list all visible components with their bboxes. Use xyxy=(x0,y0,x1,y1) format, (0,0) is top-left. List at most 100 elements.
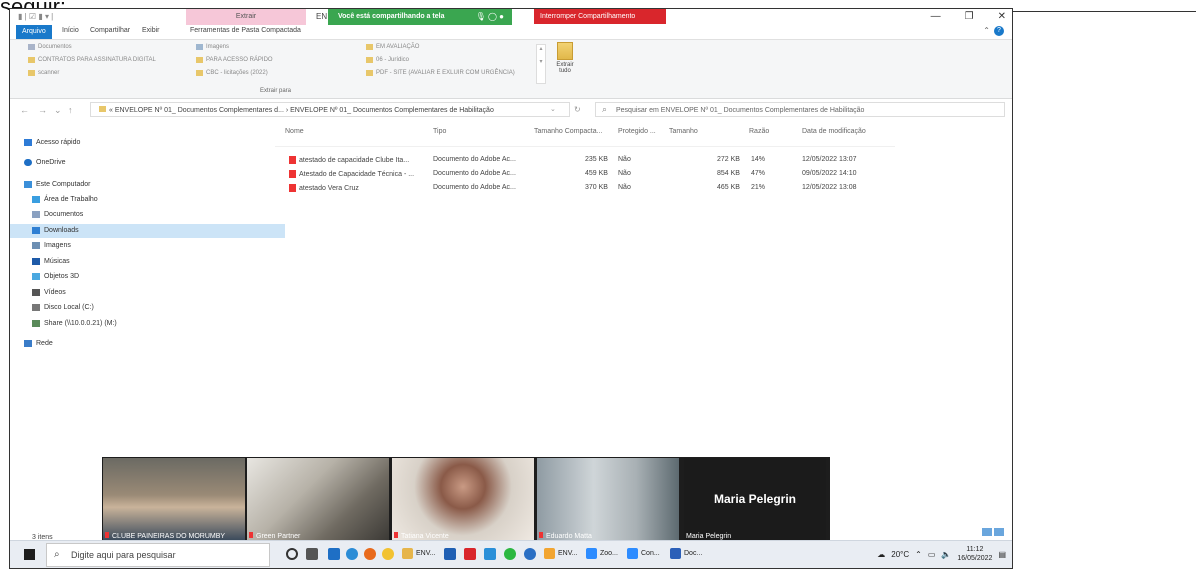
shield-icon[interactable] xyxy=(464,548,476,560)
help-icon[interactable]: ? xyxy=(994,26,1004,36)
extract-all-button[interactable]: Extrair tudo xyxy=(550,42,580,74)
ribbon-dest-scanner[interactable]: scanner xyxy=(28,70,59,76)
sidebar-item-desktop[interactable]: Área de Trabalho xyxy=(10,193,285,207)
tab-home[interactable]: Início xyxy=(62,27,79,34)
video-tile[interactable]: Eduardo Matta xyxy=(537,458,679,540)
sidebar-item-share-drive[interactable]: Share (\\10.0.0.21) (M:) xyxy=(10,317,285,331)
ribbon-dest-quick-access[interactable]: PARA ACESSO RÁPIDO xyxy=(196,57,273,63)
outlook-icon[interactable] xyxy=(444,548,456,560)
ribbon-dest-evaluation[interactable]: EM AVALIAÇÃO xyxy=(366,44,419,50)
file-compressed-size: 235 KB xyxy=(585,156,608,163)
column-header-name[interactable]: Nome xyxy=(285,128,304,135)
column-header-compressed-size[interactable]: Tamanho Compacta... xyxy=(534,128,602,135)
muted-mic-icon xyxy=(249,532,253,538)
network-drive-icon xyxy=(32,319,40,327)
webex-icon[interactable] xyxy=(524,548,536,560)
taskbar-app-zoom-controls[interactable]: Con... xyxy=(627,547,660,561)
weather-icon[interactable]: ☁ xyxy=(877,550,885,559)
firefox-icon[interactable] xyxy=(364,548,376,560)
sidebar-item-quick-access[interactable]: Acesso rápido xyxy=(10,136,277,150)
video-icon xyxy=(32,288,40,296)
pdf-icon xyxy=(289,184,296,192)
video-tile[interactable]: Maria Pelegrin Maria Pelegrin xyxy=(684,458,826,540)
chevron-up-icon[interactable]: ⌃ xyxy=(915,550,922,559)
folder-icon xyxy=(366,57,373,63)
speaker-icon[interactable]: 🔈 xyxy=(941,550,951,559)
taskbar-app-explorer[interactable]: ENV... xyxy=(402,547,436,561)
sidebar-item-onedrive[interactable]: OneDrive xyxy=(10,156,277,170)
sharing-icons[interactable]: 🎙 ◯ ● xyxy=(476,9,504,25)
taskbar-app-zoom[interactable]: Zoo... xyxy=(586,547,618,561)
edge-icon[interactable] xyxy=(346,548,358,560)
column-header-type[interactable]: Tipo xyxy=(433,128,446,135)
task-view-icon[interactable] xyxy=(306,548,318,560)
sidebar-item-images[interactable]: Imagens xyxy=(10,239,285,253)
search-input[interactable]: ⌕ Pesquisar em ENVELOPE Nº 01_ Documentos… xyxy=(595,102,1005,117)
windows-start-icon[interactable] xyxy=(24,549,35,560)
breadcrumb[interactable]: « ENVELOPE Nº 01_ Documentos Complementa… xyxy=(90,102,570,117)
ribbon-dest-images[interactable]: Imagens xyxy=(196,44,229,50)
refresh-icon[interactable]: ↻ xyxy=(574,105,581,114)
stop-sharing-button[interactable]: Interromper Compartilhamento xyxy=(534,9,666,24)
ribbon-dest-pdf-site[interactable]: PDF - SITE (AVALIAR E EXLUIR COM URGÊNCI… xyxy=(366,70,515,76)
column-header-modified[interactable]: Data de modificação xyxy=(802,128,866,135)
context-tab-extract[interactable]: Extrair xyxy=(186,9,306,25)
network-tray-icon[interactable]: ▭ xyxy=(928,550,936,559)
tab-share[interactable]: Compartilhar xyxy=(90,27,130,34)
tab-file[interactable]: Arquivo xyxy=(16,25,52,39)
whatsapp-icon[interactable] xyxy=(504,548,516,560)
maximize-button[interactable]: ❐ xyxy=(965,11,974,22)
table-row[interactable]: atestado Vera Cruz Documento do Adobe Ac… xyxy=(275,182,875,195)
minimize-button[interactable]: — xyxy=(931,11,941,22)
chevron-up-icon[interactable]: ⌃ xyxy=(983,26,990,35)
desktop-icon xyxy=(32,195,40,203)
notifications-icon[interactable]: ▤ xyxy=(998,550,1006,559)
file-type: Documento do Adobe Ac... xyxy=(433,170,516,177)
sidebar-item-downloads[interactable]: Downloads xyxy=(10,224,285,238)
back-arrow-icon[interactable]: ← xyxy=(20,105,29,115)
ribbon-dest-legal[interactable]: 06 - Jurídico xyxy=(366,57,409,63)
sidebar-item-videos[interactable]: Vídeos xyxy=(10,286,285,300)
ribbon-dest-documents[interactable]: Documentos xyxy=(28,44,72,50)
large-icons-view-icon[interactable] xyxy=(994,528,1004,536)
tab-view[interactable]: Exibir xyxy=(142,27,160,34)
cortana-icon[interactable] xyxy=(286,548,298,560)
table-row[interactable]: Atestado de Capacidade Técnica - ... Doc… xyxy=(275,168,875,181)
column-header-size[interactable]: Tamanho xyxy=(669,128,698,135)
taskbar-search-input[interactable]: ⌕ Digite aqui para pesquisar xyxy=(46,543,270,567)
up-arrow-icon[interactable]: ↑ xyxy=(68,105,73,115)
sidebar-item-documents[interactable]: Documentos xyxy=(10,208,285,222)
forward-arrow-icon[interactable]: → xyxy=(38,105,47,115)
sidebar-item-network[interactable]: Rede xyxy=(10,337,277,351)
video-tile[interactable]: Green Partner xyxy=(247,458,389,540)
chevron-down-icon[interactable]: ⌄ xyxy=(550,105,556,113)
table-row[interactable]: atestado de capacidade Clube Ita... Docu… xyxy=(275,154,875,167)
store-icon[interactable] xyxy=(328,548,340,560)
chrome-icon[interactable] xyxy=(382,548,394,560)
chevron-down-icon[interactable]: ⌄ xyxy=(54,105,62,116)
ribbon-dest-contracts[interactable]: CONTRATOS PARA ASSINATURA DIGITAL xyxy=(28,57,156,63)
sidebar-item-music[interactable]: Músicas xyxy=(10,255,285,269)
sharing-banner-text: Você está compartilhando a tela xyxy=(338,13,445,20)
column-header-ratio[interactable]: Razão xyxy=(749,128,769,135)
folder-icon xyxy=(99,106,106,112)
tab-compressed-tools[interactable]: Ferramentas de Pasta Compactada xyxy=(190,27,301,34)
taskbar-app-word[interactable]: Doc... xyxy=(670,547,702,561)
video-tile[interactable]: Tatiana Vicente xyxy=(392,458,534,540)
skype-icon[interactable] xyxy=(484,548,496,560)
ribbon-dest-cbc[interactable]: CBC - licitações (2022) xyxy=(196,70,268,76)
taskbar-app-chrome-env[interactable]: ENV... xyxy=(544,547,578,561)
clock[interactable]: 11:12 16/05/2022 xyxy=(957,545,992,563)
video-tile[interactable]: CLUBE PAINEIRAS DO MORUMBY xyxy=(103,458,245,540)
details-view-icon[interactable] xyxy=(982,528,992,536)
ribbon-gallery-scroll[interactable]: ▴ ▾ xyxy=(536,44,546,84)
sidebar-item-3d-objects[interactable]: Objetos 3D xyxy=(10,270,285,284)
weather-temperature[interactable]: 20°C xyxy=(891,550,909,559)
close-button[interactable]: ✕ xyxy=(998,11,1006,22)
column-header-protected[interactable]: Protegido ... xyxy=(618,128,656,135)
sidebar-item-local-disk[interactable]: Disco Local (C:) xyxy=(10,301,285,315)
quick-access-toolbar[interactable]: ▮ | ☑ ▮ ▾ | xyxy=(18,12,53,21)
screen-share-window: ▮ | ☑ ▮ ▾ | Extrair EN Você está compart… xyxy=(9,8,1013,569)
view-toggle[interactable] xyxy=(982,528,1004,536)
sidebar-item-this-pc[interactable]: Este Computador xyxy=(10,178,277,192)
